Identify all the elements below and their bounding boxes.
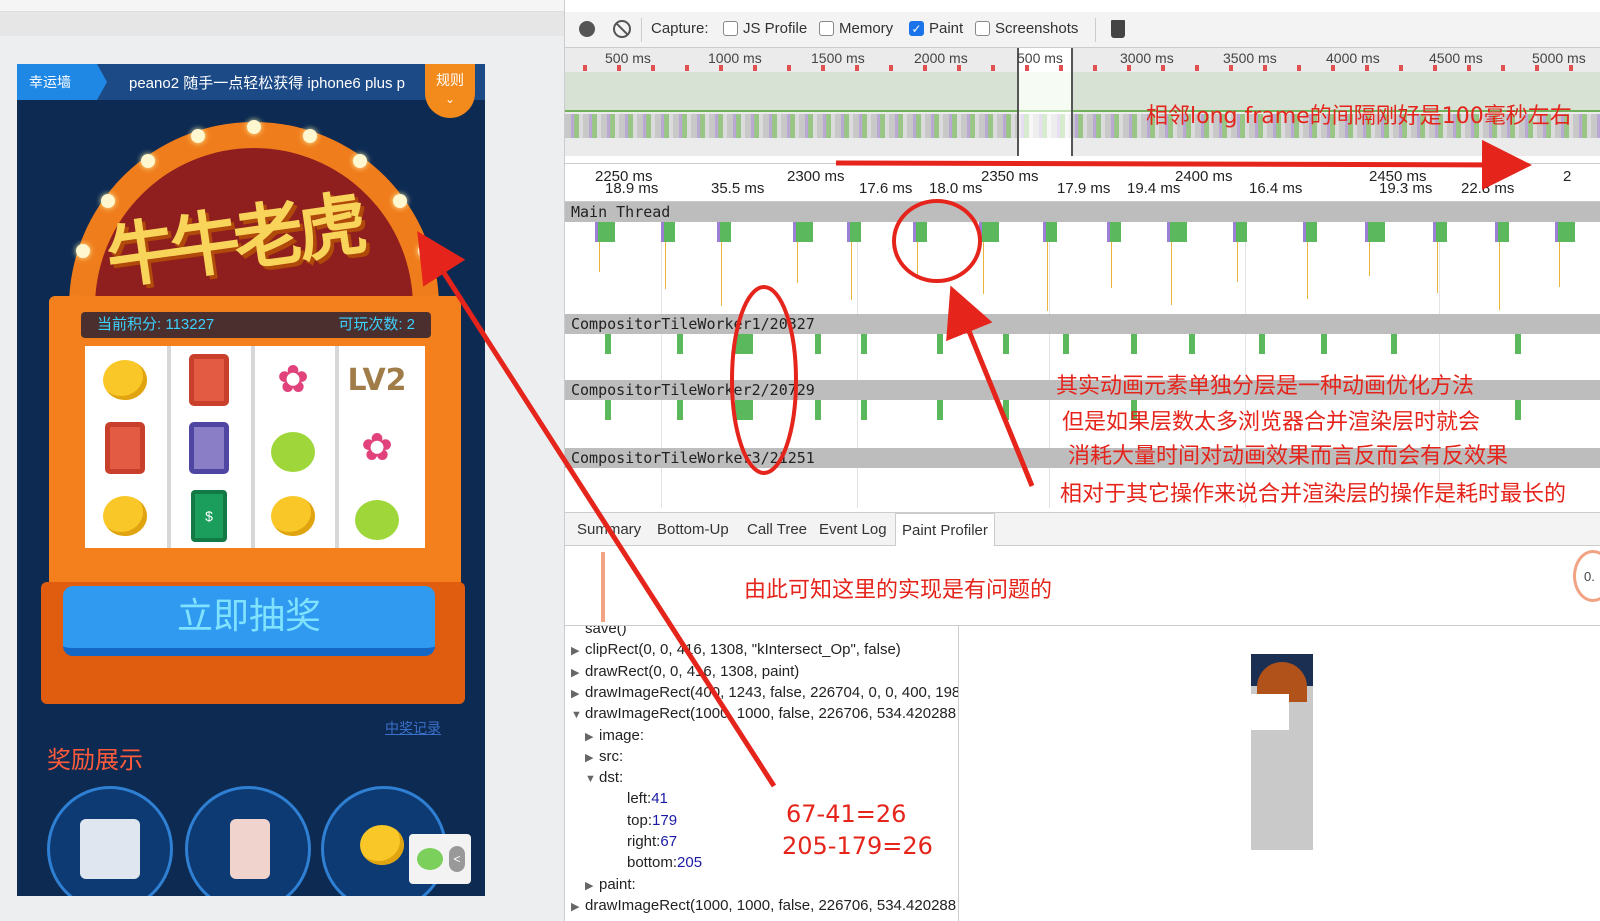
reel-arrow [417, 231, 777, 788]
annotation-problem: 由此可知这里的实现是有问题的 [744, 578, 1053, 603]
main-thread-circle [892, 199, 982, 283]
annotation-calc-height: 205-179=26 [782, 832, 933, 860]
screenshot-root: 幸运墙 peano2 随手一点轻松获得 iphone6 plus p 规则 ⌄ … [0, 0, 1600, 921]
main-thread-arrow [946, 285, 1035, 487]
annotation-calc-width: 67-41=26 [786, 800, 907, 828]
annotation-layer-1: 其实动画元素单独分层是一种动画优化方法 [1056, 374, 1475, 399]
annotation-layer-4: 相对于其它操作来说合并渲染层的操作是耗时最长的 [1060, 482, 1567, 507]
annotation-layer-3: 消耗大量时间对动画效果而言反而会有反效果 [1068, 444, 1509, 469]
annotation-long-frame: 相邻long frame的间隔刚好是100毫秒左右 [1146, 104, 1572, 129]
compositor-circle [730, 285, 798, 475]
long-frame-arrow [835, 139, 1532, 190]
annotation-layer-2: 但是如果层数太多浏览器合并渲染层时就会 [1062, 410, 1481, 435]
